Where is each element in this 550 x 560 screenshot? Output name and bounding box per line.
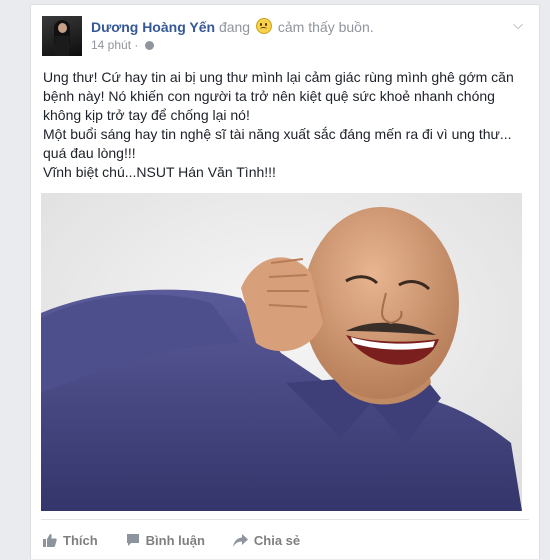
post-card: Dương Hoàng Yến đang cảm thấy buồn. 14 p… <box>30 4 540 559</box>
feeling-text[interactable]: cảm thấy buồn. <box>278 19 374 35</box>
feeling-prefix: đang <box>218 19 251 35</box>
like-label: Thích <box>63 532 98 548</box>
post-paragraph: Ung thư! Cứ hay tin ai bị ung thư mình l… <box>43 69 514 123</box>
post-meta: 14 phút · <box>91 38 154 52</box>
chevron-down-icon[interactable]: ⌵ <box>513 17 523 33</box>
post-body: Ung thư! Cứ hay tin ai bị ung thư mình l… <box>43 68 535 182</box>
post-paragraph: Một buổi sáng hay tin nghệ sĩ tài năng x… <box>43 126 512 161</box>
post-header: Dương Hoàng Yến đang cảm thấy buồn. <box>91 18 374 36</box>
share-button[interactable]: Chia sẻ <box>232 532 301 548</box>
meta-separator: · <box>134 38 139 52</box>
like-button[interactable]: Thích <box>43 533 98 548</box>
share-label: Chia sẻ <box>253 532 301 548</box>
comment-label: Bình luận <box>145 532 205 548</box>
thumbs-up-icon <box>43 534 57 547</box>
comment-button[interactable]: Bình luận <box>126 533 205 548</box>
post-photo[interactable] <box>41 193 522 511</box>
comment-icon <box>126 534 139 546</box>
sad-face-icon <box>256 18 272 34</box>
author-name[interactable]: Dương Hoàng Yến <box>91 19 215 35</box>
avatar[interactable] <box>42 16 82 56</box>
portrait-illustration <box>41 193 522 511</box>
globe-icon[interactable] <box>144 41 154 50</box>
post-paragraph: Vĩnh biệt chú...NSUT Hán Văn Tình!!! <box>43 164 276 180</box>
post-time[interactable]: 14 phút <box>91 38 131 52</box>
share-icon <box>232 533 248 547</box>
action-bar: Thích Bình luận Chia sẻ <box>41 519 529 560</box>
